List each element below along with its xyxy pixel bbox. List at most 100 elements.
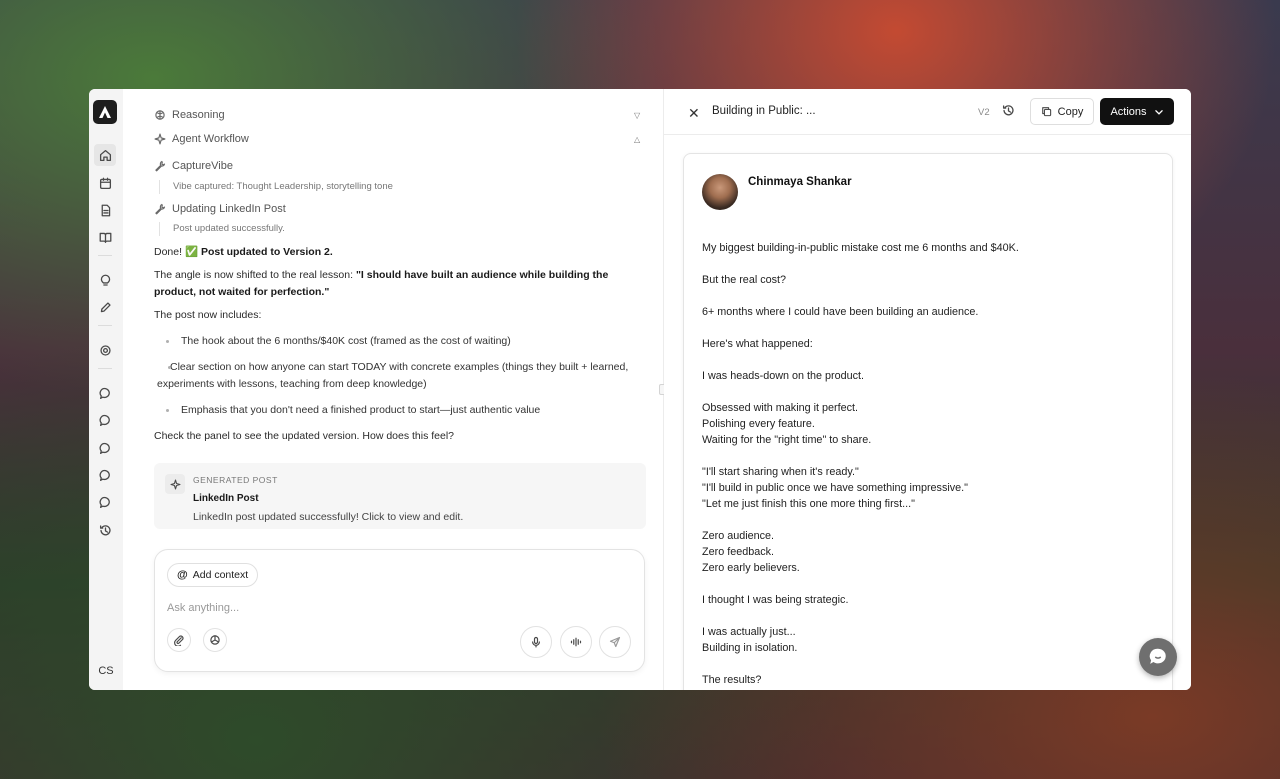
done-prefix: Done! — [154, 246, 185, 258]
post-body[interactable]: My biggest building-in-public mistake co… — [702, 240, 1162, 690]
chat-pane: Reasoning ▽ Agent Workflow △ CaptureVibe… — [123, 89, 663, 690]
post-line: The results? — [702, 674, 762, 686]
actions-button[interactable]: Actions — [1100, 98, 1174, 125]
generated-post-label: GENERATED POST — [193, 475, 278, 485]
history-icon[interactable] — [1002, 104, 1015, 122]
document-icon[interactable] — [97, 202, 113, 218]
step-detail: Vibe captured: Thought Leadership, story… — [159, 180, 393, 194]
reasoning-toggle[interactable]: Reasoning — [154, 109, 225, 121]
chevron-up-icon[interactable]: △ — [634, 135, 640, 144]
post-line: I was actually just... — [702, 626, 796, 638]
actions-label: Actions — [1110, 105, 1147, 118]
post-line: Zero feedback. — [702, 546, 775, 558]
agent-workflow-toggle[interactable]: Agent Workflow — [154, 133, 249, 145]
attach-button[interactable] — [167, 628, 191, 652]
post-line: My biggest building-in-public mistake co… — [702, 242, 1019, 254]
includes-label: The post now includes: — [154, 309, 262, 321]
wrench-icon — [155, 160, 166, 172]
rail-divider — [98, 255, 112, 256]
chat-support-button[interactable] — [1139, 638, 1177, 676]
send-icon — [609, 636, 621, 648]
microphone-button[interactable] — [520, 626, 552, 658]
post-line: 6+ months where I could have been buildi… — [702, 306, 979, 318]
copy-icon — [1041, 107, 1051, 117]
close-icon[interactable]: ✕ — [688, 105, 700, 122]
sparkle-icon — [154, 133, 166, 145]
post-line: Obsessed with making it perfect. — [702, 402, 859, 414]
bullet-text: Emphasis that you don't need a finished … — [181, 404, 541, 416]
waveform-icon — [570, 637, 582, 647]
post-line: Here's what happened: — [702, 338, 813, 350]
sparkle-icon — [165, 474, 185, 494]
post-paragraph: Here's what happened: — [702, 336, 1162, 352]
user-avatar-initials[interactable]: CS — [89, 665, 123, 677]
post-author: Chinmaya Shankar — [748, 176, 852, 188]
chat-icon[interactable] — [97, 412, 113, 428]
model-button[interactable] — [203, 628, 227, 652]
list-item: Clear section on how anyone can start TO… — [157, 359, 647, 393]
microphone-icon — [532, 636, 540, 648]
chevron-down-icon[interactable]: ▽ — [634, 111, 640, 120]
workflow-step: Updating LinkedIn Post — [154, 203, 286, 215]
post-line: Building in isolation. — [702, 642, 798, 654]
chevron-down-icon — [1154, 109, 1163, 115]
home-icon[interactable] — [94, 144, 116, 166]
book-icon[interactable] — [97, 229, 113, 245]
add-context-button[interactable]: @ Add context — [167, 563, 259, 587]
app-logo[interactable] — [93, 100, 117, 124]
check-panel-message: Check the panel to see the updated versi… — [154, 430, 455, 442]
linkedin-post-card: Chinmaya Shankar My biggest building-in-… — [683, 153, 1173, 690]
send-button[interactable] — [599, 626, 631, 658]
post-paragraph: "I'll start sharing when it's ready." "I'… — [702, 464, 1162, 512]
agent-workflow-label: Agent Workflow — [172, 133, 249, 145]
step-detail: Post updated successfully. — [159, 222, 285, 236]
settings-icon[interactable] — [97, 342, 113, 358]
add-context-label: Add context — [192, 569, 249, 581]
header-divider — [664, 134, 1191, 135]
post-paragraph: My biggest building-in-public mistake co… — [702, 240, 1162, 256]
version-badge[interactable]: V2 — [978, 107, 990, 118]
post-line: "I'll start sharing when it's ready." — [702, 466, 859, 478]
calendar-icon[interactable] — [97, 175, 113, 191]
workflow-step: CaptureVibe — [154, 160, 233, 172]
angle-message: The angle is now shifted to the real les… — [154, 267, 644, 301]
ask-input[interactable] — [167, 600, 627, 616]
copy-button[interactable]: Copy — [1030, 98, 1094, 125]
list-item: Emphasis that you don't need a finished … — [166, 402, 638, 419]
brain-icon — [155, 110, 165, 120]
generated-post-card[interactable]: GENERATED POST LinkedIn Post LinkedIn po… — [154, 463, 646, 529]
post-line: Zero audience. — [702, 530, 775, 542]
openai-icon — [210, 635, 220, 645]
post-line: I was heads-down on the product. — [702, 370, 865, 382]
wrench-icon — [155, 203, 166, 215]
lightbulb-icon[interactable] — [97, 272, 113, 288]
rail-divider — [98, 325, 112, 326]
history-icon[interactable] — [97, 522, 113, 538]
post-paragraph: I was actually just... Building in isolat… — [702, 624, 1162, 656]
generated-post-title: LinkedIn Post — [193, 493, 259, 504]
chat-icon[interactable] — [97, 467, 113, 483]
chat-composer: @ Add context — [154, 549, 645, 672]
generated-post-description: LinkedIn post updated successfully! Clic… — [193, 511, 464, 523]
chat-icon[interactable] — [97, 440, 113, 456]
post-line: "I'll build in public once we have somet… — [702, 482, 968, 494]
post-line: But the real cost? — [702, 274, 787, 286]
step-title: CaptureVibe — [172, 160, 233, 172]
post-line: Polishing every feature. — [702, 418, 815, 430]
voice-mode-button[interactable] — [560, 626, 592, 658]
chat-icon[interactable] — [97, 494, 113, 510]
post-paragraph: Obsessed with making it perfect. Polishin… — [702, 400, 1162, 448]
app-window: CS Reasoning ▽ Agent Workflow △ CaptureV… — [89, 89, 1191, 690]
pencil-icon[interactable] — [97, 299, 113, 315]
post-line: "Let me just finish this one more thing … — [702, 498, 915, 510]
post-paragraph: I was heads-down on the product. — [702, 368, 1162, 384]
post-paragraph: 6+ months where I could have been buildi… — [702, 304, 1162, 320]
post-paragraph: But the real cost? — [702, 272, 1162, 288]
post-line: I thought I was being strategic. — [702, 594, 849, 606]
post-line: Zero early believers. — [702, 562, 800, 574]
list-item: The hook about the 6 months/$40K cost (f… — [166, 333, 638, 350]
done-message: Done! ✅ Post updated to Version 2. — [154, 244, 644, 261]
post-line: Waiting for the "right time" to share. — [702, 434, 872, 446]
at-icon: @ — [177, 569, 188, 581]
chat-icon[interactable] — [97, 385, 113, 401]
